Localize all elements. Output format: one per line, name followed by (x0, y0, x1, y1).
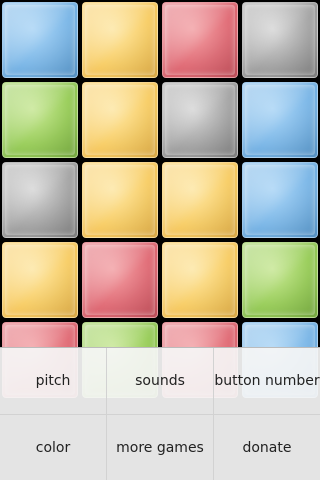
tile-yellow[interactable] (82, 2, 158, 78)
menu-item-button-number[interactable]: button number (214, 348, 320, 414)
tile-gray[interactable] (162, 82, 238, 158)
menu-item-more-games[interactable]: more games (107, 415, 213, 480)
game-screen: pitch sounds button number color more ga… (0, 0, 320, 480)
tile-green[interactable] (242, 242, 318, 318)
tile-gray[interactable] (2, 162, 78, 238)
menu-item-color[interactable]: color (0, 415, 106, 480)
tile-yellow[interactable] (2, 242, 78, 318)
tile-yellow[interactable] (82, 162, 158, 238)
options-menu: pitch sounds button number color more ga… (0, 347, 320, 480)
tile-yellow[interactable] (162, 242, 238, 318)
tile-gray[interactable] (242, 2, 318, 78)
menu-item-pitch[interactable]: pitch (0, 348, 106, 414)
tile-red[interactable] (162, 2, 238, 78)
tile-green[interactable] (2, 82, 78, 158)
tile-blue[interactable] (242, 162, 318, 238)
tile-yellow[interactable] (82, 82, 158, 158)
menu-item-sounds[interactable]: sounds (107, 348, 213, 414)
menu-item-donate[interactable]: donate (214, 415, 320, 480)
tile-yellow[interactable] (162, 162, 238, 238)
tile-red[interactable] (82, 242, 158, 318)
tile-board (0, 0, 320, 400)
tile-blue[interactable] (2, 2, 78, 78)
tile-blue[interactable] (242, 82, 318, 158)
